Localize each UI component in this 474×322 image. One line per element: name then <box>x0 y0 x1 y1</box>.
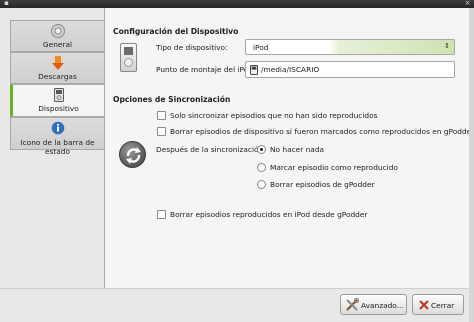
delete-marked-checkbox[interactable] <box>157 127 166 136</box>
mount-point-label: Punto de montaje del iPod: <box>156 65 256 74</box>
ipod-device-icon <box>120 43 137 72</box>
mount-point-value: /media/ISCARIO <box>261 65 320 74</box>
window-edge <box>469 8 474 322</box>
info-icon <box>51 121 64 135</box>
device-type-value: iPod <box>253 43 269 52</box>
tab-general[interactable]: General <box>10 20 105 52</box>
title-bar: ▪ × <box>0 0 474 8</box>
tools-icon <box>346 298 359 311</box>
delete-played-ipod-label: Borrar episodios reproducidos en iPod de… <box>170 210 368 219</box>
radio-delete-gpodder[interactable] <box>257 180 266 189</box>
only-unplayed-label: Solo sincronizar episodios que no han si… <box>170 111 378 120</box>
mount-point-picker[interactable]: /media/ISCARIO <box>245 61 455 78</box>
sync-section-title: Opciones de Sincronización <box>113 95 231 104</box>
delete-played-ipod-checkbox[interactable] <box>157 210 166 219</box>
device-type-label: Tipo de dispositivo: <box>156 43 228 52</box>
close-button-label: Cerrar <box>431 301 455 310</box>
device-section-title: Configuración del Dispositivo <box>113 27 239 36</box>
delete-marked-label: Borrar episodios de dispositivo si fuero… <box>170 127 474 136</box>
radio-do-nothing-label: No hacer nada <box>270 145 325 154</box>
device-type-dropdown[interactable]: iPod ⇕ <box>245 39 455 55</box>
tab-status-icon-label: Icono de la barra de estado <box>20 138 95 156</box>
tab-status-icon[interactable]: Icono de la barra de estado <box>10 117 105 156</box>
tab-device[interactable]: Dispositivo <box>10 84 105 117</box>
ipod-small-icon <box>250 65 258 75</box>
tab-device-label: Dispositivo <box>38 104 79 113</box>
download-arrow-icon <box>51 56 64 70</box>
advanced-button-label: Avanzado... <box>361 301 404 310</box>
close-icon <box>419 300 429 310</box>
close-window-icon[interactable]: × <box>463 0 472 8</box>
radio-delete-gpodder-label: Borrar episodios de gPodder <box>270 180 375 189</box>
radio-mark-played[interactable] <box>257 163 266 172</box>
radio-mark-played-label: Marcar episodio como reproducido <box>270 163 398 172</box>
window-menu-icon[interactable]: ▪ <box>2 0 11 8</box>
close-button[interactable]: Cerrar <box>412 294 464 315</box>
dropdown-arrows-icon: ⇕ <box>444 42 450 50</box>
only-unplayed-checkbox[interactable] <box>157 111 166 120</box>
button-bar-divider <box>0 288 474 289</box>
tab-downloads-label: Descargas <box>38 72 77 81</box>
tab-downloads[interactable]: Descargas <box>10 52 105 84</box>
after-sync-label: Después de la sincronización: <box>156 145 266 154</box>
ipod-icon <box>53 88 64 102</box>
advanced-button[interactable]: Avanzado... <box>340 294 407 315</box>
gear-icon <box>50 24 65 38</box>
tab-general-label: General <box>42 40 73 49</box>
radio-do-nothing[interactable] <box>257 145 266 154</box>
sync-icon <box>119 141 146 168</box>
